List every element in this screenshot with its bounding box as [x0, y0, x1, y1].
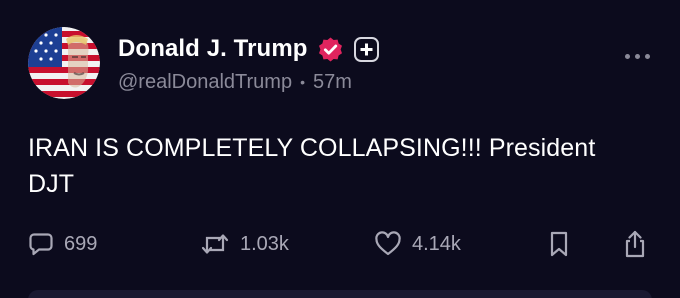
repost-button[interactable]: 1.03k: [200, 226, 289, 262]
reply-count: 699: [64, 232, 98, 255]
post-card: Donald J. Trump @realDonaldTrump • 57m I…: [0, 0, 680, 298]
author-handle[interactable]: @realDonaldTrump: [118, 71, 292, 94]
more-options-icon[interactable]: [625, 54, 650, 59]
reply-icon: [29, 233, 53, 256]
share-icon: [625, 230, 645, 258]
repost-count: 1.03k: [240, 232, 289, 255]
author-display-name[interactable]: Donald J. Trump: [118, 35, 308, 63]
plus-badge-icon[interactable]: [353, 36, 379, 62]
author-name-row: Donald J. Trump: [118, 33, 379, 65]
like-button[interactable]: 4.14k: [374, 226, 461, 262]
action-bar: 699 1.03k 4.14k: [28, 226, 654, 262]
post-timestamp: 57m: [312, 71, 352, 93]
next-post-edge: [28, 290, 652, 298]
flag-portrait-avatar-icon: [28, 27, 100, 99]
meta-separator: •: [300, 73, 305, 90]
verified-badge-icon: [317, 36, 344, 63]
author-meta-row: @realDonaldTrump • 57m: [118, 71, 352, 94]
bookmark-button[interactable]: [548, 226, 570, 262]
bookmark-icon: [550, 231, 568, 257]
share-button[interactable]: [622, 226, 648, 262]
repost-icon: [201, 234, 229, 254]
heart-icon: [375, 231, 401, 256]
reply-button[interactable]: 699: [28, 226, 97, 262]
like-count: 4.14k: [412, 232, 461, 255]
avatar[interactable]: [28, 27, 100, 99]
post-text: IRAN IS COMPLETELY COLLAPSING!!! Preside…: [28, 134, 596, 198]
